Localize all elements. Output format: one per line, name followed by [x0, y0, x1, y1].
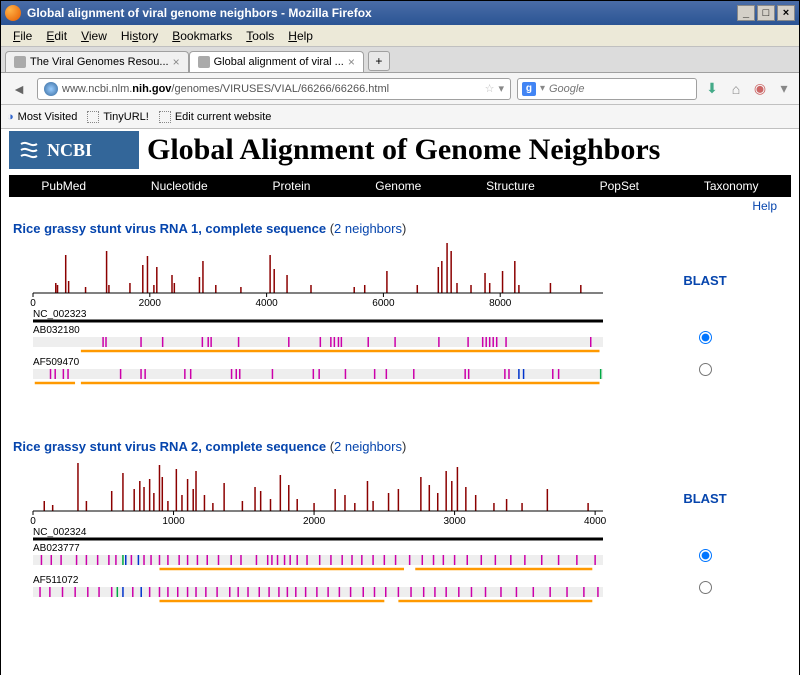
bookmark-most-visited[interactable]: ◑Most Visited	[7, 111, 77, 123]
histogram-axis[interactable]: 0 1000 2000 3000 4000 NC_002324	[13, 456, 613, 541]
tab-favicon	[198, 56, 210, 68]
blast-link[interactable]: BLAST	[683, 273, 726, 288]
svg-text:2000: 2000	[303, 516, 326, 527]
neighbor-track[interactable]: AB023777	[13, 541, 613, 573]
nav-protein[interactable]: Protein	[272, 179, 310, 193]
alignment-block: Rice grassy stunt virus RNA 1, complete …	[1, 215, 799, 393]
sequence-title: Rice grassy stunt virus RNA 1, complete …	[13, 221, 787, 236]
neighbor-radio[interactable]	[699, 331, 712, 344]
sequence-title-link[interactable]: Rice grassy stunt virus RNA 2, complete …	[13, 439, 326, 454]
addon-icon-2[interactable]: ▾	[775, 80, 793, 98]
neighbor-track[interactable]: AF511072	[13, 573, 613, 605]
menu-bookmarks[interactable]: Bookmarks	[166, 27, 238, 45]
menu-bar: File Edit View History Bookmarks Tools H…	[1, 25, 799, 47]
neighbor-track[interactable]: AB032180	[13, 323, 613, 355]
search-bar[interactable]: g ▾	[517, 78, 697, 100]
tab-label: Global alignment of viral ...	[214, 56, 344, 68]
ncbi-text: NCBI	[47, 140, 92, 161]
menu-help[interactable]: Help	[282, 27, 319, 45]
ncbi-logo[interactable]: NCBI	[9, 131, 139, 169]
downloads-icon[interactable]: ⬇	[703, 80, 721, 98]
navigation-toolbar: ◄ www.ncbi.nlm.nih.gov/genomes/VIRUSES/V…	[1, 73, 799, 105]
svg-text:AB023777: AB023777	[33, 543, 80, 554]
search-input[interactable]	[549, 83, 692, 95]
url-pre: www.ncbi.nlm.	[62, 83, 132, 95]
url-bar[interactable]: www.ncbi.nlm.nih.gov/genomes/VIRUSES/VIA…	[37, 78, 511, 100]
bookmark-star-icon[interactable]: ☆	[485, 82, 495, 95]
neighbor-radio[interactable]	[699, 363, 712, 376]
neighbor-radio[interactable]	[699, 581, 712, 594]
svg-text:2000: 2000	[139, 298, 162, 309]
minimize-button[interactable]: _	[737, 5, 755, 21]
firefox-icon	[5, 5, 21, 21]
tab-close-icon[interactable]: ×	[173, 55, 180, 69]
page-content[interactable]: NCBI Global Alignment of Genome Neighbor…	[1, 129, 799, 676]
help-link[interactable]: Help	[752, 199, 777, 213]
histogram-axis[interactable]: 0 2000 4000 6000 8000 NC_002323	[13, 238, 613, 323]
bookmark-icon	[87, 111, 99, 123]
back-button[interactable]: ◄	[7, 77, 31, 101]
site-identity-icon[interactable]	[44, 82, 58, 96]
tab-close-icon[interactable]: ×	[348, 55, 355, 69]
addon-icon[interactable]: ◉	[751, 80, 769, 98]
nav-genome[interactable]: Genome	[375, 179, 421, 193]
page-title: Global Alignment of Genome Neighbors	[147, 133, 660, 167]
tab-item[interactable]: The Viral Genomes Resou... ×	[5, 51, 189, 72]
window-titlebar: Global alignment of viral genome neighbo…	[1, 1, 799, 25]
ncbi-nav-bar: PubMed Nucleotide Protein Genome Structu…	[9, 175, 791, 197]
svg-text:AF511072: AF511072	[33, 575, 79, 586]
url-path: /genomes/VIRUSES/VIAL/66266/66266.html	[171, 83, 389, 95]
menu-view[interactable]: View	[75, 27, 113, 45]
window-title: Global alignment of viral genome neighbo…	[27, 6, 737, 20]
new-tab-button[interactable]: +	[368, 51, 390, 71]
svg-text:1000: 1000	[162, 516, 185, 527]
maximize-button[interactable]: □	[757, 5, 775, 21]
tab-label: The Viral Genomes Resou...	[30, 56, 169, 68]
neighbor-radio[interactable]	[699, 549, 712, 562]
svg-text:3000: 3000	[443, 516, 466, 527]
svg-text:4000: 4000	[255, 298, 278, 309]
svg-text:NC_002324: NC_002324	[33, 527, 87, 538]
menu-history[interactable]: History	[115, 27, 164, 45]
menu-tools[interactable]: Tools	[240, 27, 280, 45]
tab-bar: The Viral Genomes Resou... × Global alig…	[1, 47, 799, 73]
svg-text:NC_002323: NC_002323	[33, 309, 87, 320]
bookmark-edit-website[interactable]: Edit current website	[159, 111, 272, 123]
svg-text:0: 0	[30, 516, 36, 527]
bookmarks-toolbar: ◑Most Visited TinyURL! Edit current webs…	[1, 105, 799, 129]
svg-text:0: 0	[30, 298, 36, 309]
svg-text:4000: 4000	[584, 516, 607, 527]
url-dropdown-icon[interactable]: ▾	[498, 82, 504, 95]
menu-file[interactable]: File	[7, 27, 38, 45]
ncbi-swirl-icon	[17, 138, 41, 162]
alignment-block: Rice grassy stunt virus RNA 2, complete …	[1, 433, 799, 611]
svg-text:8000: 8000	[489, 298, 512, 309]
close-button[interactable]: ×	[777, 5, 795, 21]
menu-edit[interactable]: Edit	[40, 27, 73, 45]
blast-link[interactable]: BLAST	[683, 491, 726, 506]
nav-nucleotide[interactable]: Nucleotide	[151, 179, 208, 193]
search-dropdown-icon[interactable]: ▾	[540, 83, 545, 94]
nav-pubmed[interactable]: PubMed	[41, 179, 86, 193]
tab-item[interactable]: Global alignment of viral ... ×	[189, 51, 364, 72]
svg-text:AF509470: AF509470	[33, 357, 80, 368]
nav-taxonomy[interactable]: Taxonomy	[704, 179, 759, 193]
neighbors-link[interactable]: 2 neighbors	[334, 221, 402, 236]
nav-structure[interactable]: Structure	[486, 179, 535, 193]
svg-text:6000: 6000	[372, 298, 395, 309]
google-icon[interactable]: g	[522, 82, 536, 96]
neighbor-track[interactable]: AF509470	[13, 355, 613, 387]
nav-popset[interactable]: PopSet	[600, 179, 639, 193]
neighbors-link[interactable]: 2 neighbors	[334, 439, 402, 454]
tab-favicon	[14, 56, 26, 68]
sequence-title: Rice grassy stunt virus RNA 2, complete …	[13, 439, 787, 454]
url-host: nih.gov	[132, 83, 171, 95]
svg-text:AB032180: AB032180	[33, 325, 80, 336]
bookmark-tinyurl[interactable]: TinyURL!	[87, 111, 148, 123]
sequence-title-link[interactable]: Rice grassy stunt virus RNA 1, complete …	[13, 221, 326, 236]
bookmark-icon	[159, 111, 171, 123]
home-icon[interactable]: ⌂	[727, 80, 745, 98]
